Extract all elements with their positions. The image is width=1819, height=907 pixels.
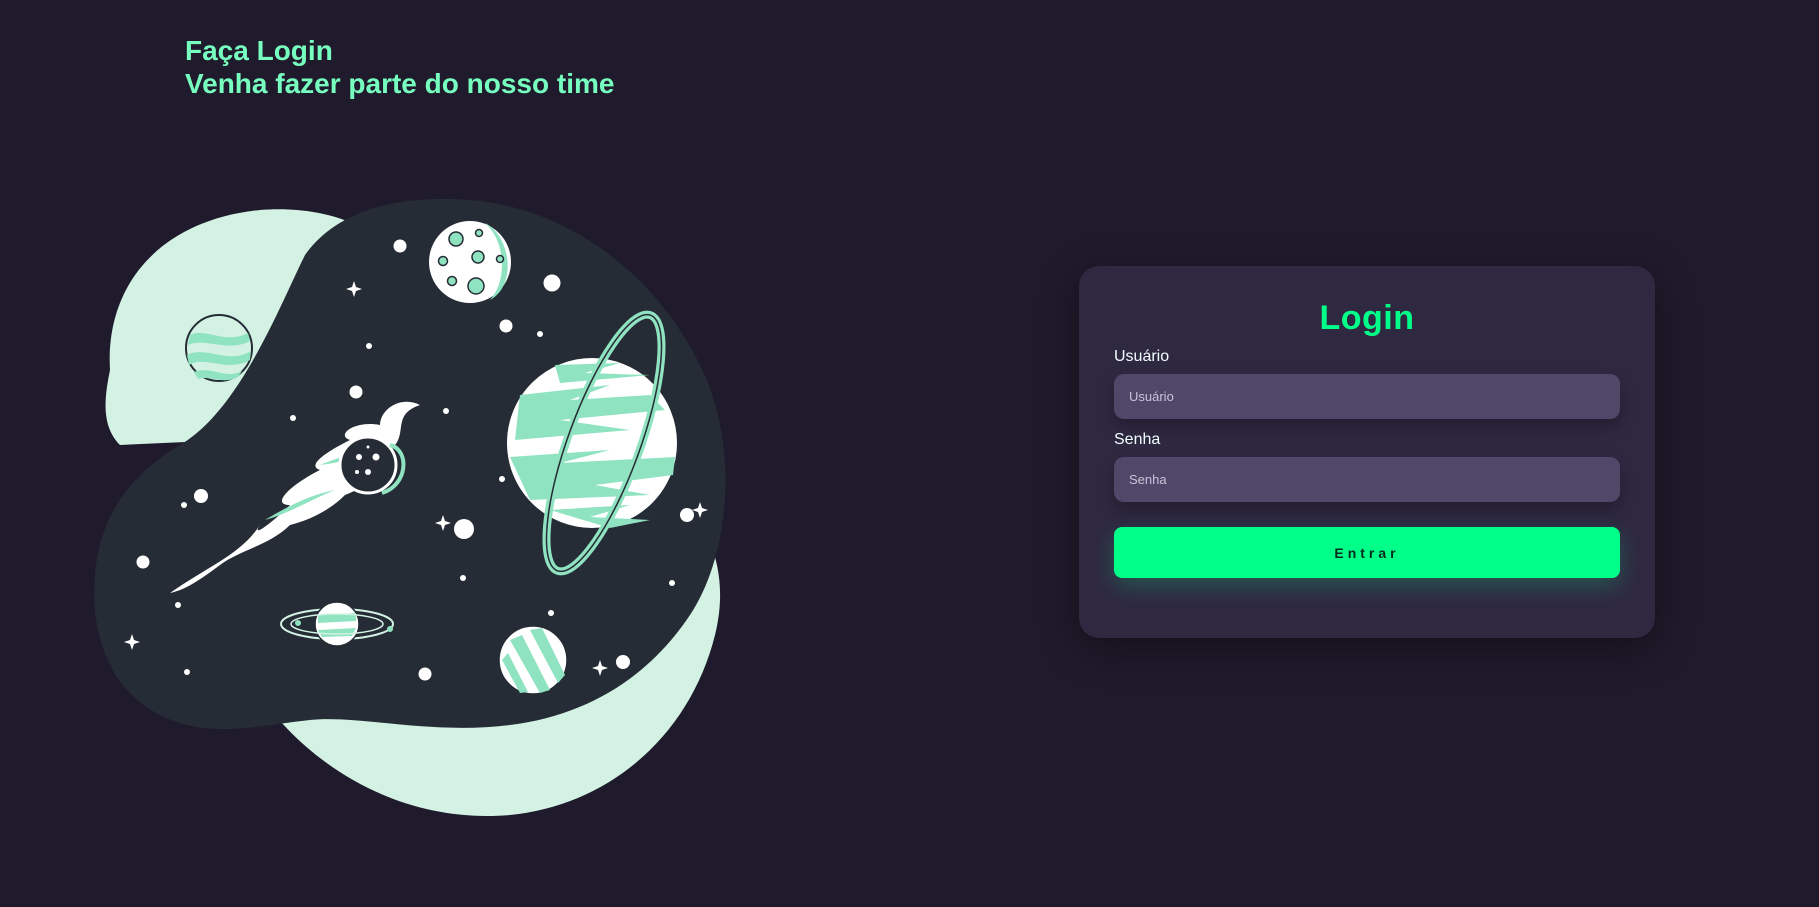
username-label: Usuário xyxy=(1114,348,1170,365)
password-input[interactable] xyxy=(1114,457,1620,502)
hero-subtitle: Venha fazer parte do nosso time xyxy=(185,68,615,99)
login-button[interactable]: Entrar xyxy=(1114,527,1620,578)
striped-planet-small-icon xyxy=(185,314,253,382)
striped-planet-bottom-icon xyxy=(498,625,568,695)
crater-moon-icon xyxy=(427,219,513,305)
space-illustration xyxy=(94,198,726,816)
username-input[interactable] xyxy=(1114,374,1620,419)
hero-title: Faça Login xyxy=(185,35,333,66)
login-card: Login Usuário Senha Entrar xyxy=(1079,266,1655,638)
password-label: Senha xyxy=(1114,431,1161,448)
login-title: Login xyxy=(1319,299,1415,337)
login-page: Faça Login Venha fazer parte do nosso ti… xyxy=(0,0,1819,907)
hero-heading: Faça Login Venha fazer parte do nosso ti… xyxy=(185,34,614,100)
